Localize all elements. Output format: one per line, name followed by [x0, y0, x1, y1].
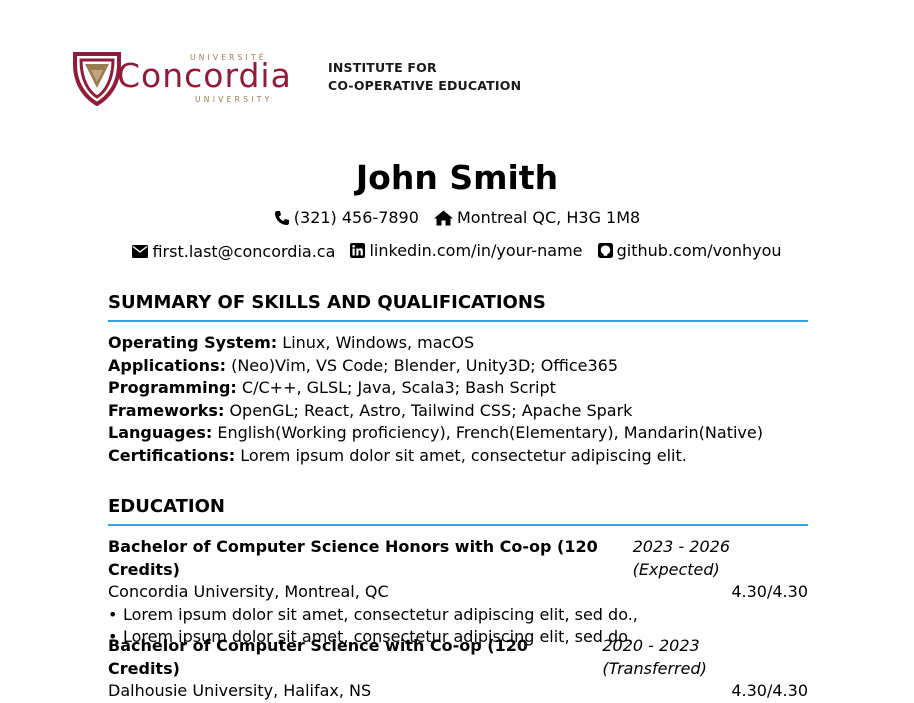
person-name: John Smith — [355, 158, 559, 197]
phone-item: (321) 456-7890 — [274, 208, 419, 227]
degree-dates: 2023 - 2026 (Expected) — [632, 537, 731, 579]
summary-section-title: SUMMARY OF SKILLS AND QUALIFICATIONS — [108, 292, 808, 322]
bullet-text: Lorem ipsum dolor sit amet, consectetur … — [123, 604, 638, 624]
skill-row-languages: Languages: English(Working proficiency),… — [108, 422, 808, 445]
education-section-title: EDUCATION — [108, 496, 808, 526]
skill-label: Certifications: — [108, 445, 236, 465]
university-bottom-label: UNIVERSITY — [195, 95, 273, 104]
skill-value: English(Working proficiency), French(Ele… — [217, 423, 763, 443]
gpa: 4.30/4.30 — [731, 582, 808, 602]
skill-row-applications: Applications: (Neo)Vim, VS Code; Blender… — [108, 355, 808, 378]
skill-value: (Neo)Vim, VS Code; Blender, Unity3D; Off… — [231, 355, 618, 375]
degree-title: Bachelor of Computer Science with Co-op … — [108, 636, 529, 678]
university-name: Concordia — [117, 56, 292, 95]
education-school-row: Concordia University, Montreal, QC 4.30/… — [108, 581, 808, 604]
header-logo: UNIVERSITÉ Concordia UNIVERSITY INSTITUT… — [73, 50, 553, 106]
education-bullet: • Lorem ipsum dolor sit amet, consectetur… — [108, 604, 638, 624]
contact-line-2: first.last@concordia.ca linkedin.com/in/… — [0, 241, 914, 262]
school-name: Dalhousie University, Halifax, NS — [108, 681, 372, 701]
education-entry: Bachelor of Computer Science with Co-op … — [108, 635, 808, 703]
skill-label: Programming: — [108, 378, 237, 398]
address-item: Montreal QC, H3G 1M8 — [434, 208, 640, 227]
education-header-row: Bachelor of Computer Science with Co-op … — [108, 635, 808, 680]
envelope-icon — [132, 245, 149, 258]
contact-line-1: (321) 456-7890 Montreal QC, H3G 1M8 — [0, 208, 914, 230]
skill-label: Operating System: — [108, 333, 278, 352]
github-item[interactable]: github.com/vonhyou — [597, 241, 782, 260]
home-icon — [434, 210, 453, 225]
email-text[interactable]: first.last@concordia.ca — [152, 242, 335, 261]
skills-list: Operating System: Linux, Windows, macOS … — [108, 332, 808, 468]
skill-row-certifications: Certifications: Lorem ipsum dolor sit am… — [108, 445, 808, 468]
skill-label: Languages: — [108, 423, 213, 443]
github-text[interactable]: github.com/vonhyou — [617, 241, 782, 260]
skill-label: Frameworks: — [108, 400, 225, 420]
degree-title: Bachelor of Computer Science Honors with… — [108, 537, 598, 579]
institute-line2: CO-OPERATIVE EDUCATION — [328, 78, 522, 93]
skill-row-programming: Programming: C/C++, GLSL; Java, Scala3; … — [108, 377, 808, 400]
degree-dates: 2020 - 2023 (Transferred) — [602, 636, 707, 678]
institute-title: INSTITUTE FOR CO-OPERATIVE EDUCATION — [328, 59, 521, 95]
skill-value: C/C++, GLSL; Java, Scala3; Bash Script — [241, 378, 556, 398]
skill-label: Applications: — [108, 355, 226, 375]
skill-value: Lorem ipsum dolor sit amet, consectetur … — [240, 445, 687, 465]
skill-row-frameworks: Frameworks: OpenGL; React, Astro, Tailwi… — [108, 400, 808, 423]
concordia-shield-icon — [73, 52, 121, 106]
gpa: 4.30/4.30 — [731, 681, 808, 701]
education-school-row: Dalhousie University, Halifax, NS 4.30/4… — [108, 680, 808, 703]
institute-line1: INSTITUTE FOR — [328, 60, 437, 75]
email-item[interactable]: first.last@concordia.ca — [132, 242, 335, 261]
address-text: Montreal QC, H3G 1M8 — [457, 208, 641, 227]
skill-value: OpenGL; React, Astro, Tailwind CSS; Apac… — [229, 400, 633, 420]
linkedin-item[interactable]: linkedin.com/in/your-name — [350, 241, 583, 260]
linkedin-text[interactable]: linkedin.com/in/your-name — [369, 241, 582, 260]
phone-text: (321) 456-7890 — [293, 208, 419, 227]
skill-row-os: Operating System: Linux, Windows, macOS — [108, 332, 808, 355]
skill-value: Linux, Windows, macOS — [282, 333, 475, 352]
github-icon — [597, 243, 613, 258]
linkedin-icon — [350, 243, 366, 258]
school-name: Concordia University, Montreal, QC — [108, 582, 389, 602]
education-entry: Bachelor of Computer Science Honors with… — [108, 536, 808, 649]
phone-icon — [274, 210, 289, 225]
education-header-row: Bachelor of Computer Science Honors with… — [108, 536, 808, 581]
